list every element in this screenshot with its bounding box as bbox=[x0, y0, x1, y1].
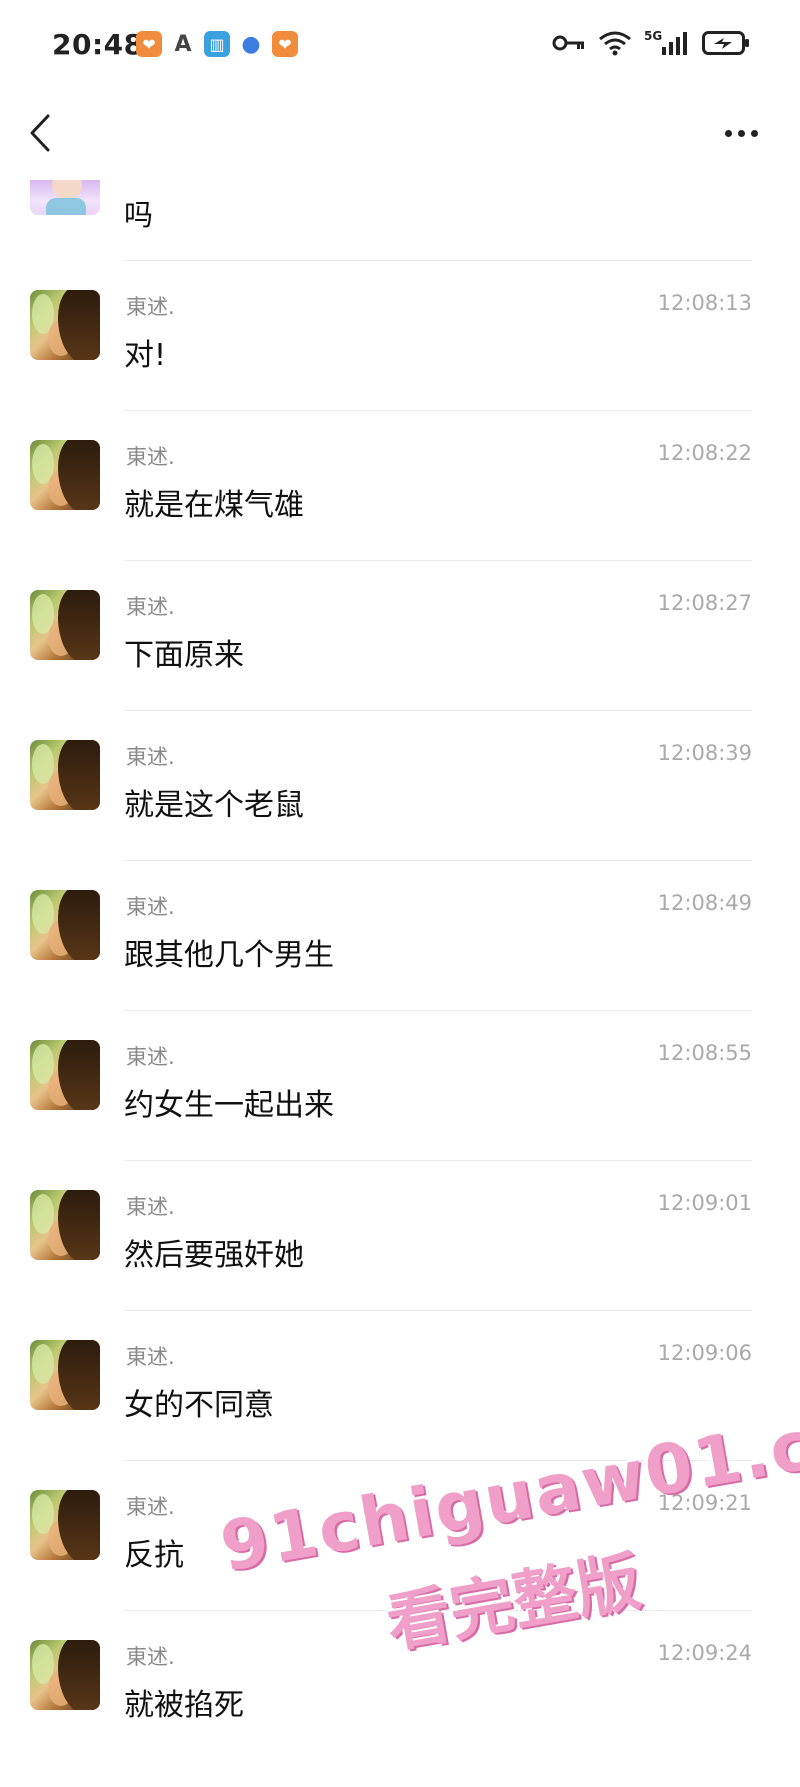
avatar[interactable] bbox=[30, 290, 100, 360]
sender-name: 東述. bbox=[126, 1495, 175, 1519]
avatar[interactable] bbox=[30, 180, 100, 215]
more-dot-icon bbox=[724, 129, 732, 137]
sender-name: 東述. bbox=[126, 745, 175, 769]
more-dot-icon bbox=[750, 129, 758, 137]
divider bbox=[124, 560, 752, 561]
avatar[interactable] bbox=[30, 590, 100, 660]
avatar[interactable] bbox=[30, 440, 100, 510]
list-item[interactable]: 東述. 12:09:06 女的不同意 bbox=[0, 1310, 800, 1460]
avatar[interactable] bbox=[30, 890, 100, 960]
avatar[interactable] bbox=[30, 740, 100, 810]
network-type-label: 5G bbox=[644, 29, 662, 43]
divider bbox=[124, 260, 752, 261]
message-text: 就是这个老鼠 bbox=[124, 788, 304, 823]
message-text: 就是在煤气雄 bbox=[124, 488, 304, 523]
message-time: 12:09:24 bbox=[657, 1641, 752, 1665]
divider bbox=[124, 710, 752, 711]
status-app-icons: ❤ A ▥ ● ❤ bbox=[136, 31, 298, 57]
message-text: 跟其他几个男生 bbox=[124, 938, 334, 973]
list-item[interactable]: 東述. 12:09:01 然后要强奸她 bbox=[0, 1160, 800, 1310]
message-text: 然后要强奸她 bbox=[124, 1238, 304, 1273]
message-time: 12:08:13 bbox=[657, 291, 752, 315]
message-text: 女的不同意 bbox=[124, 1388, 274, 1423]
book-app-icon: ▥ bbox=[204, 31, 230, 57]
message-time: 12:09:21 bbox=[657, 1491, 752, 1515]
more-options-button[interactable] bbox=[716, 118, 766, 148]
status-bar: 20:48 ❤ A ▥ ● ❤ 5G bbox=[0, 0, 800, 90]
shield-app-icon-2: ❤ bbox=[272, 31, 298, 57]
divider bbox=[124, 1460, 752, 1461]
sender-name: 東述. bbox=[126, 595, 175, 619]
message-text: 对! bbox=[124, 338, 167, 373]
message-text: 吗 bbox=[124, 198, 154, 232]
message-text: 下面原来 bbox=[124, 638, 244, 673]
divider bbox=[124, 1310, 752, 1311]
message-text: 约女生一起出来 bbox=[124, 1088, 334, 1123]
message-time: 12:08:27 bbox=[657, 591, 752, 615]
shield-app-icon: ❤ bbox=[136, 31, 162, 57]
message-time: 12:08:39 bbox=[657, 741, 752, 765]
list-item[interactable]: 東述. 12:09:21 反抗 bbox=[0, 1460, 800, 1610]
back-button[interactable] bbox=[22, 108, 62, 158]
avatar[interactable] bbox=[30, 1340, 100, 1410]
chevron-left-icon bbox=[30, 114, 50, 152]
list-item[interactable]: 東述. 12:09:24 就被掐死 bbox=[0, 1610, 800, 1760]
avatar[interactable] bbox=[30, 1040, 100, 1110]
battery-charging-icon bbox=[702, 30, 750, 56]
divider bbox=[124, 410, 752, 411]
avatar[interactable] bbox=[30, 1640, 100, 1710]
status-indicators: 5G bbox=[552, 29, 750, 56]
signal-5g-icon: 5G bbox=[644, 29, 690, 56]
message-time: 12:09:01 bbox=[657, 1191, 752, 1215]
message-time: 12:08:22 bbox=[657, 441, 752, 465]
a-app-icon: A bbox=[174, 31, 192, 57]
message-time: 12:08:49 bbox=[657, 891, 752, 915]
nav-bar bbox=[0, 90, 800, 180]
sender-name: 東述. bbox=[126, 1645, 175, 1669]
status-time: 20:48 bbox=[52, 28, 144, 61]
divider bbox=[124, 1010, 752, 1011]
avatar[interactable] bbox=[30, 1490, 100, 1560]
sender-name: 東述. bbox=[126, 895, 175, 919]
planet-app-icon: ● bbox=[241, 31, 261, 57]
divider bbox=[124, 860, 752, 861]
more-dot-icon bbox=[737, 129, 745, 137]
message-text: 反抗 bbox=[124, 1538, 184, 1573]
message-text: 就被掐死 bbox=[124, 1688, 244, 1723]
divider bbox=[124, 1160, 752, 1161]
sender-name: 東述. bbox=[126, 1045, 175, 1069]
list-item[interactable]: 東述. 12:08:13 对! bbox=[0, 260, 800, 410]
sender-name: 東述. bbox=[126, 295, 175, 319]
list-item[interactable]: 東述. 12:08:22 就是在煤气雄 bbox=[0, 410, 800, 560]
sender-name: 東述. bbox=[126, 1345, 175, 1369]
list-item[interactable]: 東述. 12:08:27 下面原来 bbox=[0, 560, 800, 710]
wifi-icon bbox=[598, 30, 632, 56]
sender-name: 東述. bbox=[126, 1195, 175, 1219]
list-item[interactable]: 東述. 12:08:55 约女生一起出来 bbox=[0, 1010, 800, 1160]
message-time: 12:08:55 bbox=[657, 1041, 752, 1065]
list-item[interactable]: 吗 bbox=[0, 180, 800, 260]
sender-name: 東述. bbox=[126, 445, 175, 469]
avatar[interactable] bbox=[30, 1190, 100, 1260]
list-item[interactable]: 東述. 12:08:49 跟其他几个男生 bbox=[0, 860, 800, 1010]
key-icon bbox=[552, 30, 586, 56]
list-item[interactable]: 東述. 12:08:39 就是这个老鼠 bbox=[0, 710, 800, 860]
message-time: 12:09:06 bbox=[657, 1341, 752, 1365]
divider bbox=[124, 1610, 752, 1611]
